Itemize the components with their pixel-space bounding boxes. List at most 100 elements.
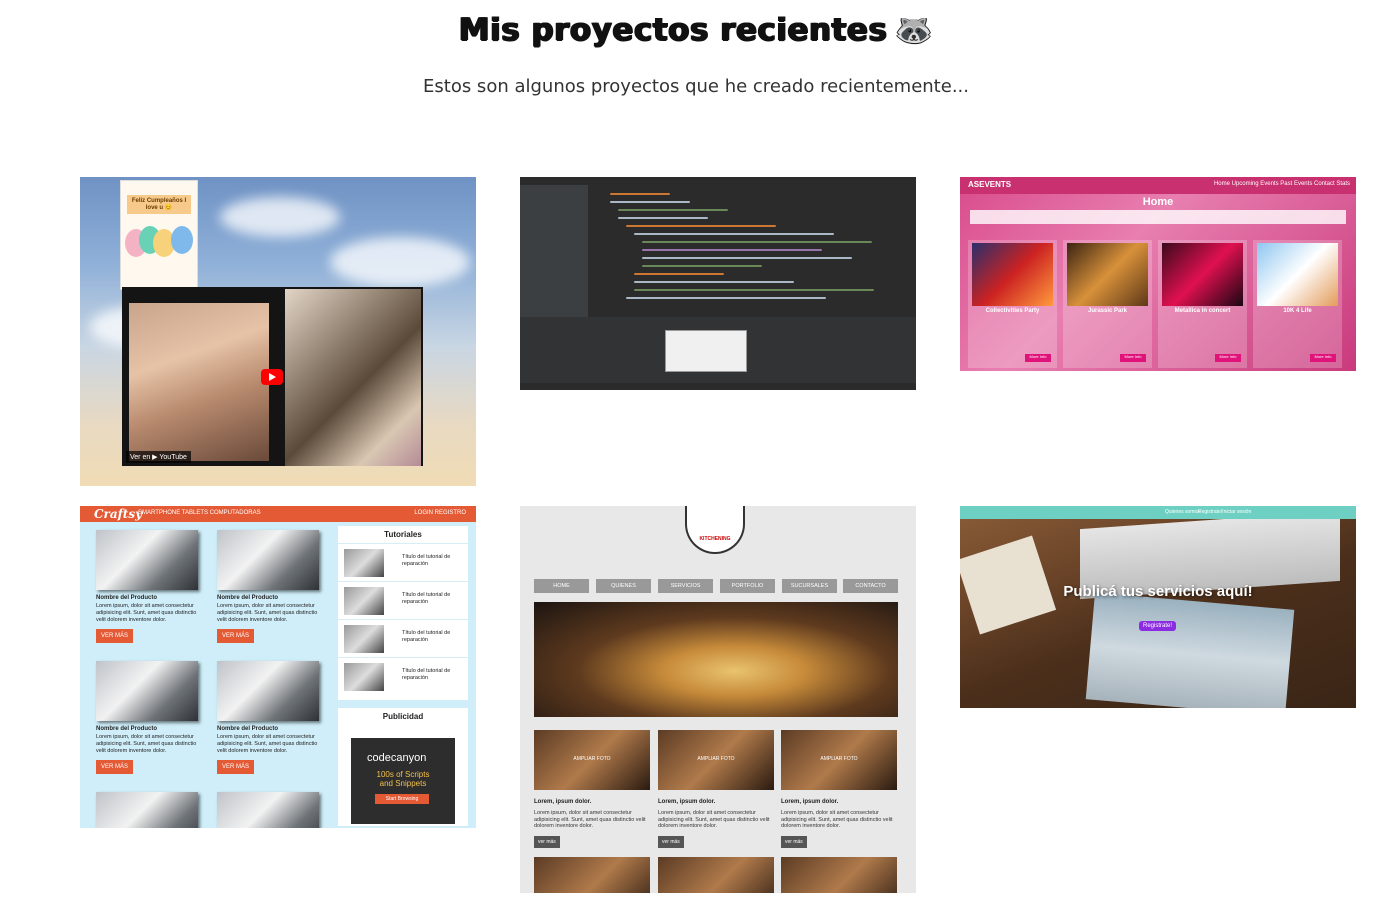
product-card: Nombre del Producto Lorem ipsum, dolor s… bbox=[96, 661, 198, 774]
product-card: Nombre del Producto Lorem ipsum, dolor s… bbox=[217, 661, 319, 774]
events-nav-links[interactable]: Home Upcoming Events Past Events Contact… bbox=[1214, 181, 1350, 187]
project-card-craftsy[interactable]: Craftsy SMARTPHONE TABLETS COMPUTADORAS … bbox=[80, 506, 476, 828]
nav-quienes[interactable]: QUIENES bbox=[596, 579, 651, 593]
product-desc: Lorem ipsum, dolor sit amet consectetur … bbox=[217, 603, 318, 623]
services-topbar: Quienes somos Registrate/Iniciar sesión bbox=[960, 506, 1356, 519]
birthday-card: Feliz Cumpleaños I love u 😊 bbox=[120, 180, 198, 290]
project-card-services[interactable]: Quienes somos Registrate/Iniciar sesión … bbox=[960, 506, 1356, 708]
video-player[interactable]: Ver en ▶ YouTube bbox=[122, 287, 423, 466]
tutorial-item[interactable]: Título del tutorial de reparación bbox=[338, 619, 468, 657]
product-desc: Lorem ipsum, dolor sit amet consectetur … bbox=[96, 734, 197, 754]
menu-item: AMPLIAR FOTO Lorem, ipsum dolor. Lorem i… bbox=[781, 730, 897, 848]
ide-code-editor bbox=[590, 185, 908, 315]
register-button[interactable]: Registrate! bbox=[1139, 621, 1177, 631]
tutorial-item[interactable]: Título del tutorial de reparación bbox=[338, 581, 468, 619]
more-info-button[interactable]: More Info bbox=[1215, 354, 1241, 362]
raccoon-icon: 🦝 bbox=[895, 13, 934, 48]
menu-item-title: Lorem, ipsum dolor. bbox=[534, 799, 592, 805]
kitchening-logo: KITCHENING bbox=[685, 506, 745, 554]
view-more-button[interactable]: ver más bbox=[781, 835, 807, 848]
kitchening-nav: HOME QUIENES SERVICIOS PORTFOLIO SUCURSA… bbox=[534, 579, 898, 593]
nav-portfolio[interactable]: PORTFOLIO bbox=[720, 579, 775, 593]
menu-item-image[interactable] bbox=[781, 857, 897, 893]
project-card-events[interactable]: ASEVENTS Home Upcoming Events Past Event… bbox=[960, 177, 1356, 371]
product-name: Nombre del Producto bbox=[217, 595, 279, 601]
video-frame-right bbox=[285, 289, 421, 466]
event-card[interactable]: Jurassic Park More Info bbox=[1063, 240, 1152, 368]
tutorials-heading: Tutoriales bbox=[384, 530, 422, 539]
menu-item-image[interactable] bbox=[534, 857, 650, 893]
codecanyon-ad[interactable]: codecanyon 100s of Scripts and Snippets … bbox=[351, 738, 455, 824]
nav-register-login[interactable]: Registrate/Iniciar sesión bbox=[1198, 509, 1251, 515]
menu-item-image[interactable]: AMPLIAR FOTO bbox=[534, 730, 650, 790]
nav-sucursales[interactable]: SUCURSALES bbox=[782, 579, 837, 593]
play-icon[interactable] bbox=[261, 369, 283, 385]
menu-item bbox=[781, 857, 897, 893]
events-logo: ASEVENTS bbox=[968, 180, 1012, 189]
events-heading: Home bbox=[1142, 196, 1174, 208]
product-image bbox=[96, 661, 198, 721]
menu-item-desc: Lorem ipsum, dolor sit amet consectetur … bbox=[534, 810, 646, 829]
view-more-button[interactable]: VER MÁS bbox=[217, 760, 255, 774]
product-name: Nombre del Producto bbox=[217, 726, 279, 732]
nav-about[interactable]: Quienes somos bbox=[1165, 509, 1200, 515]
page-subtitle: Estos son algunos proyectos que he cread… bbox=[423, 76, 969, 97]
more-info-button[interactable]: More Info bbox=[1310, 354, 1336, 362]
event-title: Jurassic Park bbox=[1087, 308, 1128, 314]
tutorial-item[interactable]: Título del tutorial de reparación bbox=[338, 657, 468, 695]
birthday-banner: Feliz Cumpleaños I love u 😊 bbox=[127, 195, 191, 214]
event-title: Metallica in concert bbox=[1174, 308, 1231, 314]
event-title: 10K 4 Life bbox=[1283, 308, 1312, 314]
view-more-button[interactable]: VER MÁS bbox=[96, 629, 134, 643]
craftsy-nav[interactable]: SMARTPHONE TABLETS COMPUTADORAS bbox=[138, 510, 261, 516]
view-more-button[interactable]: ver más bbox=[534, 835, 560, 848]
product-image bbox=[217, 792, 319, 828]
menu-item-title: Lorem, ipsum dolor. bbox=[781, 799, 839, 805]
product-image bbox=[96, 530, 198, 590]
video-frame-left bbox=[129, 303, 269, 461]
project-card-ide[interactable] bbox=[520, 177, 916, 390]
event-card[interactable]: Metallica in concert More Info bbox=[1158, 240, 1247, 368]
product-name: Nombre del Producto bbox=[96, 726, 158, 732]
menu-item-image[interactable] bbox=[658, 857, 774, 893]
menu-item-desc: Lorem ipsum, dolor sit amet consectetur … bbox=[781, 810, 893, 829]
view-more-button[interactable]: VER MÁS bbox=[217, 629, 255, 643]
product-image bbox=[96, 792, 198, 828]
tutorials-panel: Tutoriales Título del tutorial de repara… bbox=[338, 526, 468, 700]
event-card[interactable]: Collectivities Party More Info bbox=[968, 240, 1057, 368]
menu-item: AMPLIAR FOTO Lorem, ipsum dolor. Lorem i… bbox=[534, 730, 650, 848]
codecanyon-logo: codecanyon bbox=[367, 752, 427, 764]
kitchening-hero-image bbox=[534, 602, 898, 717]
ide-dialog[interactable] bbox=[665, 330, 747, 372]
craftsy-logo: Craftsy bbox=[94, 507, 143, 521]
menu-item: AMPLIAR FOTO Lorem, ipsum dolor. Lorem i… bbox=[658, 730, 774, 848]
view-more-button[interactable]: VER MÁS bbox=[96, 760, 134, 774]
menu-item-image[interactable]: AMPLIAR FOTO bbox=[781, 730, 897, 790]
start-browsing-button[interactable]: Start Browsing bbox=[375, 794, 429, 804]
nav-servicios[interactable]: SERVICIOS bbox=[658, 579, 713, 593]
nav-home[interactable]: HOME bbox=[534, 579, 589, 593]
more-info-button[interactable]: More Info bbox=[1120, 354, 1146, 362]
craftsy-auth-links[interactable]: LOGIN REGISTRO bbox=[414, 510, 466, 516]
menu-item bbox=[658, 857, 774, 893]
product-image bbox=[217, 661, 319, 721]
more-info-button[interactable]: More Info bbox=[1025, 354, 1051, 362]
menu-item bbox=[534, 857, 650, 893]
events-filter-bar[interactable] bbox=[970, 210, 1346, 224]
product-card: Nombre del Producto Lorem ipsum, dolor s… bbox=[96, 530, 198, 643]
product-image bbox=[217, 530, 319, 590]
view-more-button[interactable]: ver más bbox=[658, 835, 684, 848]
nav-contacto[interactable]: CONTACTO bbox=[843, 579, 898, 593]
product-card bbox=[217, 792, 319, 828]
product-card bbox=[96, 792, 198, 828]
events-navbar: ASEVENTS Home Upcoming Events Past Event… bbox=[960, 177, 1356, 194]
menu-item-desc: Lorem ipsum, dolor sit amet consectetur … bbox=[658, 810, 770, 829]
project-card-kitchening[interactable]: KITCHENING HOME QUIENES SERVICIOS PORTFO… bbox=[520, 506, 916, 893]
project-card-birthday[interactable]: Feliz Cumpleaños I love u 😊 Ver en ▶ You… bbox=[80, 177, 476, 486]
menu-item-image[interactable]: AMPLIAR FOTO bbox=[658, 730, 774, 790]
youtube-label[interactable]: Ver en ▶ YouTube bbox=[126, 451, 191, 463]
product-desc: Lorem ipsum, dolor sit amet consectetur … bbox=[217, 734, 318, 754]
tablet-image bbox=[1085, 592, 1295, 708]
event-card[interactable]: 10K 4 Life More Info bbox=[1253, 240, 1342, 368]
tutorial-item[interactable]: Título del tutorial de reparación bbox=[338, 543, 468, 581]
